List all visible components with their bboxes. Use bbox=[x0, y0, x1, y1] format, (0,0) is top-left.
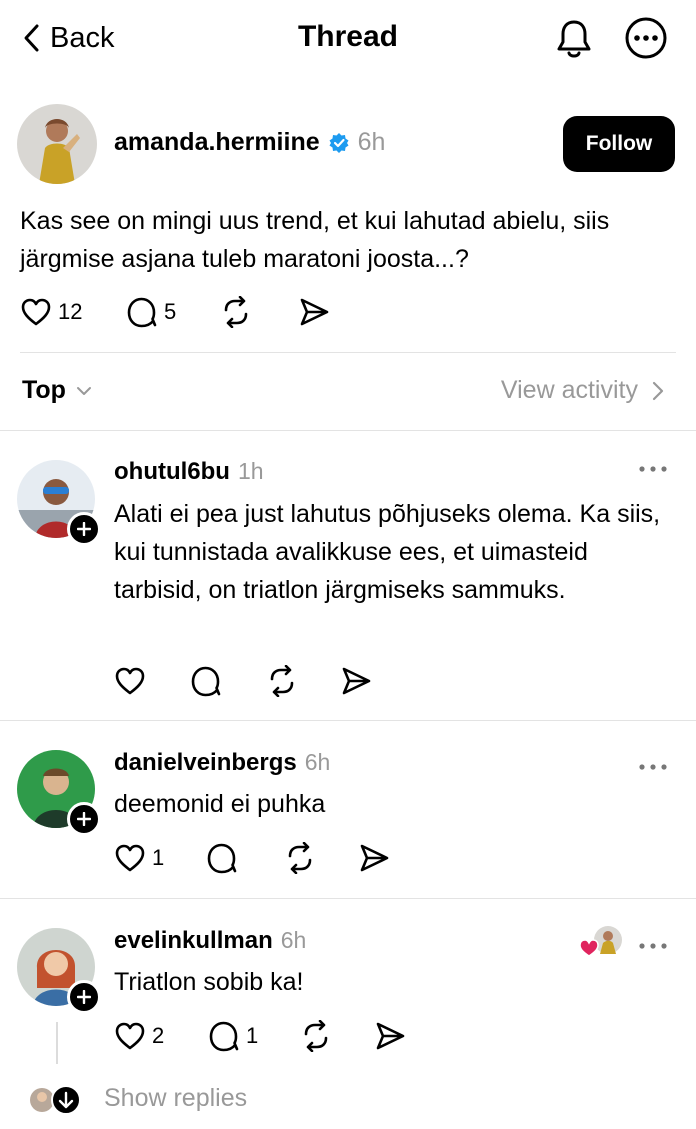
chevron-down-icon bbox=[76, 386, 91, 395]
reply-count: 5 bbox=[164, 299, 177, 324]
send-icon bbox=[376, 1022, 405, 1050]
repost-button[interactable] bbox=[284, 842, 358, 874]
share-button[interactable] bbox=[340, 665, 372, 697]
reply-actions: 1 bbox=[114, 837, 390, 879]
post-timestamp: 6h bbox=[357, 128, 386, 156]
reply-username[interactable]: evelinkullman bbox=[114, 927, 273, 955]
comment-icon bbox=[191, 666, 221, 697]
repost-button[interactable] bbox=[266, 665, 340, 697]
reply-more-button[interactable] bbox=[638, 937, 668, 955]
more-dots-icon bbox=[639, 943, 667, 949]
reply-text: Triatlon sobib ka! bbox=[114, 968, 304, 996]
follow-button[interactable]: Follow bbox=[563, 116, 675, 172]
follow-plus-button[interactable] bbox=[67, 980, 101, 1014]
send-icon bbox=[300, 298, 329, 326]
reply-header: danielveinbergs 6h bbox=[114, 749, 330, 777]
reply-button[interactable]: 5 bbox=[126, 296, 220, 328]
view-activity-label: View activity bbox=[500, 376, 638, 404]
notifications-button[interactable] bbox=[552, 16, 596, 60]
sort-label: Top bbox=[22, 376, 66, 404]
author-avatar[interactable] bbox=[17, 104, 97, 184]
comment-icon bbox=[127, 297, 157, 328]
replier-avatars bbox=[30, 1085, 81, 1115]
plus-icon bbox=[77, 990, 91, 1004]
reply-button[interactable] bbox=[206, 842, 284, 874]
repost-button[interactable] bbox=[300, 1020, 374, 1052]
more-dots-icon bbox=[639, 764, 667, 770]
heart-icon bbox=[115, 844, 145, 872]
send-icon bbox=[360, 844, 389, 872]
like-button[interactable] bbox=[114, 666, 190, 696]
reply-header: ohutul6bu 1h bbox=[114, 458, 264, 486]
like-count: 1 bbox=[152, 845, 165, 870]
reply-header: evelinkullman 6h bbox=[114, 927, 306, 955]
post-text: Kas see on mingi uus trend, et kui lahut… bbox=[20, 207, 610, 273]
view-activity-link[interactable]: View activity bbox=[501, 376, 664, 405]
reply-avatars-stack[interactable] bbox=[28, 1084, 84, 1116]
like-button[interactable]: 2 bbox=[114, 1021, 208, 1051]
follow-plus-button[interactable] bbox=[67, 512, 101, 546]
share-button[interactable] bbox=[298, 296, 330, 328]
repost-icon bbox=[304, 1020, 328, 1052]
divider bbox=[0, 430, 696, 431]
like-count: 2 bbox=[152, 1023, 165, 1048]
reply-button[interactable]: 1 bbox=[208, 1020, 300, 1052]
post-actions: 12 5 bbox=[20, 291, 330, 333]
heart-icon bbox=[115, 667, 145, 695]
thread-connector-line bbox=[56, 1022, 58, 1064]
reply-text: deemonid ei puhka bbox=[114, 790, 326, 818]
comment-icon bbox=[209, 1021, 239, 1052]
chevron-right-icon bbox=[652, 381, 664, 400]
show-replies-button[interactable]: Show replies bbox=[104, 1084, 247, 1113]
reply-button[interactable] bbox=[190, 665, 266, 697]
reply-timestamp: 6h bbox=[304, 749, 331, 775]
reply-text: Alati ei pea just lahutus põhjuseks olem… bbox=[114, 500, 661, 604]
author-liked-avatar bbox=[579, 926, 622, 957]
share-button[interactable] bbox=[358, 842, 390, 874]
reply-actions bbox=[114, 660, 372, 702]
like-button[interactable]: 1 bbox=[114, 843, 206, 873]
reply-timestamp: 6h bbox=[280, 927, 307, 953]
repost-icon bbox=[288, 842, 312, 874]
heart-icon bbox=[21, 298, 51, 326]
verified-badge-icon bbox=[329, 132, 349, 153]
like-button[interactable]: 12 bbox=[20, 297, 126, 327]
reply-username[interactable]: danielveinbergs bbox=[114, 749, 297, 777]
more-dots-icon bbox=[639, 466, 667, 472]
plus-icon bbox=[77, 812, 91, 826]
follow-plus-button[interactable] bbox=[67, 802, 101, 836]
author-username[interactable]: amanda.hermiine 6h bbox=[114, 128, 385, 157]
reply-more-button[interactable] bbox=[638, 460, 668, 478]
reply-more-button[interactable] bbox=[638, 758, 668, 776]
author-photo bbox=[17, 104, 97, 184]
reply-timestamp: 1h bbox=[237, 458, 264, 484]
repost-icon bbox=[224, 296, 248, 328]
reply-username[interactable]: ohutul6bu bbox=[114, 458, 230, 486]
repost-button[interactable] bbox=[220, 296, 298, 328]
like-count: 12 bbox=[58, 299, 83, 324]
share-button[interactable] bbox=[374, 1020, 406, 1052]
divider bbox=[20, 352, 676, 353]
author-username-text: amanda.hermiine bbox=[114, 128, 320, 156]
bell-icon bbox=[557, 20, 591, 58]
sort-dropdown[interactable]: Top bbox=[22, 376, 92, 405]
divider bbox=[0, 720, 696, 721]
send-icon bbox=[342, 667, 371, 695]
heart-icon bbox=[115, 1022, 145, 1050]
more-circle-icon bbox=[625, 17, 667, 59]
more-options-button[interactable] bbox=[624, 16, 668, 60]
reply-count: 1 bbox=[246, 1023, 259, 1048]
divider bbox=[0, 898, 696, 899]
plus-icon bbox=[77, 522, 91, 536]
comment-icon bbox=[207, 843, 237, 874]
repost-icon bbox=[270, 665, 294, 697]
liked-by-author-indicator bbox=[579, 925, 624, 959]
reply-actions: 2 1 bbox=[114, 1015, 406, 1057]
